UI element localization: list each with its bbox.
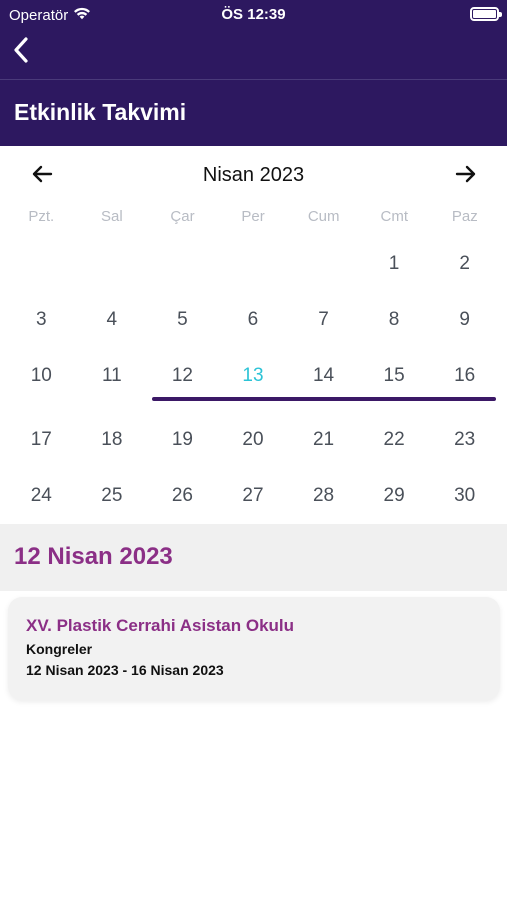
calendar-day[interactable]: 8	[359, 292, 430, 348]
next-month-button[interactable]	[452, 162, 480, 190]
weekday-label: Çar	[170, 208, 195, 225]
event-range-indicator	[152, 397, 496, 401]
calendar-header: Nisan 2023	[0, 146, 507, 206]
event-category: Kongreler	[26, 641, 93, 657]
calendar-week-row: 3456789	[6, 292, 500, 348]
calendar-day[interactable]: 3	[6, 292, 77, 348]
weekday-label: Cum	[307, 208, 340, 225]
weekday-label: Sal	[101, 208, 123, 225]
selected-date-label: 12 Nisan 2023	[14, 543, 173, 570]
calendar-day[interactable]: 10	[6, 348, 77, 404]
calendar-day[interactable]: 23	[429, 412, 500, 468]
calendar-day[interactable]: 22	[359, 412, 430, 468]
calendar-day[interactable]: 2	[429, 236, 500, 292]
calendar-day[interactable]: 14	[288, 348, 359, 404]
event-card[interactable]: XV. Plastik Cerrahi Asistan Okulu Kongre…	[8, 597, 500, 700]
navigation-bar: Operatör ÖS 12:39	[0, 0, 507, 80]
calendar-day[interactable]: 6	[218, 292, 289, 348]
calendar-day[interactable]: 30	[429, 468, 500, 524]
calendar-day-empty	[6, 236, 77, 292]
calendar-day-empty	[77, 236, 148, 292]
calendar-day[interactable]: 16	[429, 348, 500, 404]
calendar-day[interactable]: 12	[147, 348, 218, 404]
calendar-day[interactable]: 26	[147, 468, 218, 524]
event-dates: 12 Nisan 2023 - 16 Nisan 2023	[26, 662, 224, 678]
weekday-label: Paz	[451, 208, 478, 225]
back-button[interactable]	[8, 36, 34, 68]
month-label: Nisan 2023	[202, 164, 305, 186]
calendar-week-row: 12	[6, 236, 500, 292]
calendar-day-empty	[288, 236, 359, 292]
calendar-day[interactable]: 4	[77, 292, 148, 348]
selected-date-header: 12 Nisan 2023	[0, 524, 507, 591]
weekday-label: Per	[241, 208, 265, 225]
calendar-day-empty	[218, 236, 289, 292]
status-bar: Operatör ÖS 12:39	[0, 0, 507, 28]
calendar-day[interactable]: 28	[288, 468, 359, 524]
calendar-day[interactable]: 17	[6, 412, 77, 468]
calendar-day[interactable]: 19	[147, 412, 218, 468]
calendar-week-row: 10 11 12 13 14 15 16	[6, 348, 500, 404]
battery-nub	[499, 12, 502, 17]
calendar-day[interactable]: 1	[359, 236, 430, 292]
title-bar: Etkinlik Takvimi	[0, 80, 507, 146]
weekday-label: Pzt.	[28, 208, 55, 225]
weekday-label: Cmt	[380, 208, 409, 225]
calendar-day[interactable]: 27	[218, 468, 289, 524]
calendar-day[interactable]: 5	[147, 292, 218, 348]
event-title: XV. Plastik Cerrahi Asistan Okulu	[26, 616, 295, 635]
calendar-day[interactable]: 29	[359, 468, 430, 524]
calendar-day[interactable]: 18	[77, 412, 148, 468]
calendar-day[interactable]: 11	[77, 348, 148, 404]
calendar-day-empty	[147, 236, 218, 292]
calendar-day[interactable]: 24	[6, 468, 77, 524]
page-title: Etkinlik Takvimi	[14, 99, 187, 125]
calendar-day[interactable]: 25	[77, 468, 148, 524]
calendar-day[interactable]: 9	[429, 292, 500, 348]
chevron-left-icon	[13, 36, 29, 68]
arrow-right-icon	[455, 165, 477, 188]
battery-icon	[470, 7, 502, 21]
weekday-row: Pzt. Sal Çar Per Cum Cmt Paz	[0, 208, 507, 232]
calendar-day[interactable]: 13	[218, 348, 289, 404]
calendar-day[interactable]: 15	[359, 348, 430, 404]
status-time: ÖS 12:39	[221, 6, 286, 23]
calendar-week-row: 17 18 19 20 21 22 23	[6, 412, 500, 468]
battery-fill	[473, 10, 496, 18]
calendar-day[interactable]: 21	[288, 412, 359, 468]
calendar-week-row: 24 25 26 27 28 29 30	[6, 468, 500, 524]
calendar-day[interactable]: 7	[288, 292, 359, 348]
calendar-day[interactable]: 20	[218, 412, 289, 468]
